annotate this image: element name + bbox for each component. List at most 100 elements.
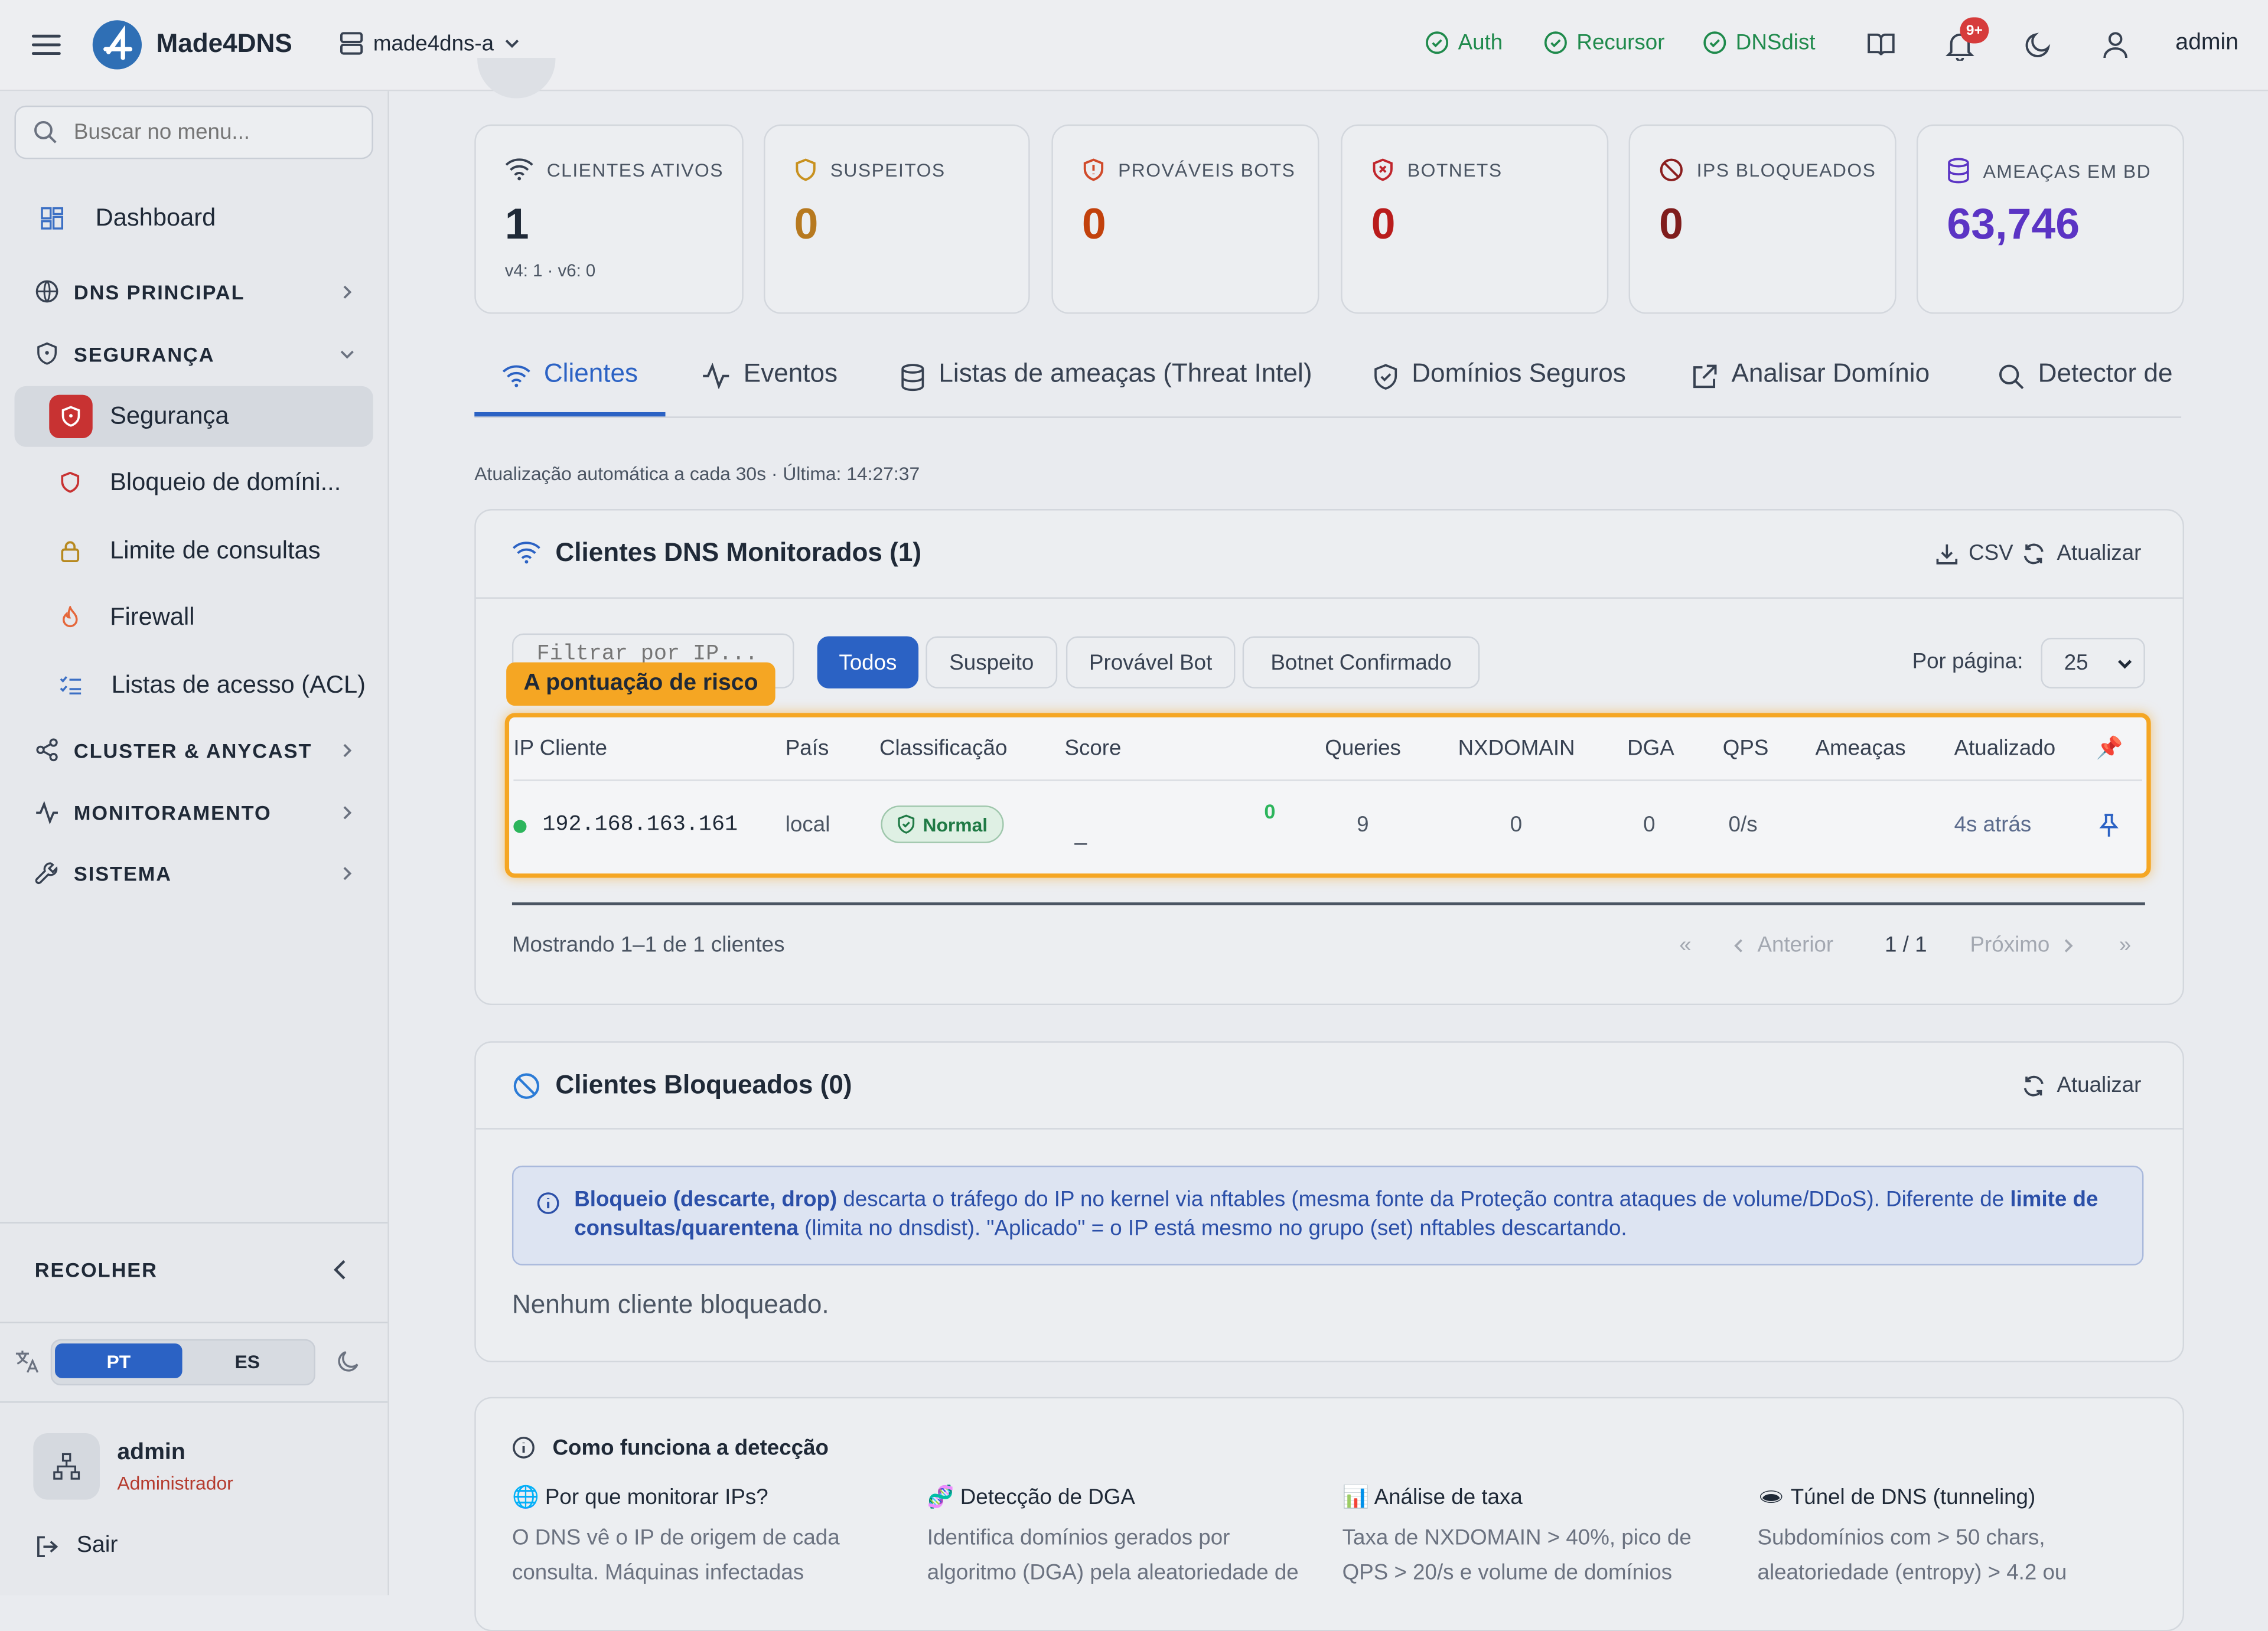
section-seguranca[interactable]: SEGURANÇA xyxy=(35,341,356,366)
status-auth-label: Auth xyxy=(1458,30,1503,56)
logout-button[interactable]: Sair xyxy=(35,1533,118,1559)
status-dnsdist[interactable]: DNSdist xyxy=(1702,30,1816,55)
tab-clientes[interactable]: Clientes xyxy=(502,358,638,416)
cell-qps: 0/s xyxy=(1728,813,1758,837)
pin-icon[interactable]: 📌 xyxy=(2096,735,2123,761)
collapse-sidebar-button[interactable]: RECOLHER xyxy=(35,1258,350,1281)
sidebar-item-label: Limite de consultas xyxy=(110,536,321,565)
col-threats[interactable]: Ameaças xyxy=(1815,736,1905,761)
stat-value: 1 xyxy=(504,201,529,249)
sidebar-item-label: Firewall xyxy=(110,603,195,631)
active-tab-indicator xyxy=(474,412,666,417)
refresh-label: Atualizar xyxy=(2057,1073,2142,1098)
col-qps[interactable]: QPS xyxy=(1723,736,1769,761)
section-sistema[interactable]: SISTEMA xyxy=(35,860,356,885)
menu-search[interactable] xyxy=(14,105,373,159)
tab-label: Analisar Domínio xyxy=(1731,358,1930,388)
section-monitoramento[interactable]: MONITORAMENTO xyxy=(35,800,356,824)
prev-page-button[interactable]: Anterior xyxy=(1731,933,1833,957)
moon-icon[interactable] xyxy=(335,1349,360,1374)
shield-check-icon xyxy=(897,814,915,834)
showing-count: Mostrando 1–1 de 1 clientes xyxy=(511,932,785,958)
refresh-clients-button[interactable]: Atualizar xyxy=(2022,541,2141,566)
col-country[interactable]: País xyxy=(786,736,829,761)
col-classification[interactable]: Classificação xyxy=(879,736,1007,761)
shield-icon xyxy=(35,341,60,366)
stat-label: IPS BLOQUEADOS xyxy=(1696,159,1876,181)
stat-label: PROVÁVEIS BOTS xyxy=(1118,159,1296,181)
stat-value: 0 xyxy=(1081,201,1106,249)
cell-dga: 0 xyxy=(1643,813,1656,837)
csv-label: CSV xyxy=(1969,540,2013,566)
col-score[interactable]: Score xyxy=(1064,736,1121,761)
sidebar-item-rate-limit[interactable]: Limite de consultas xyxy=(14,522,373,580)
col-dga[interactable]: DGA xyxy=(1627,736,1674,761)
tab-safe-domains[interactable]: Domínios Seguros xyxy=(1373,358,1626,416)
detection-item: 📊 Análise de taxa Taxa de NXDOMAIN > 40%… xyxy=(1342,1484,1730,1591)
detection-item-title: 📊 Análise de taxa xyxy=(1342,1485,1523,1510)
tab-analyze-domain[interactable]: Analisar Domínio xyxy=(1691,358,1930,416)
book-icon[interactable] xyxy=(1866,30,1896,59)
sidebar-item-domain-block[interactable]: Bloqueio de domíni... xyxy=(14,454,373,512)
header-fragment xyxy=(477,57,556,99)
stat-card-botnets: BOTNETS 0 xyxy=(1341,124,1609,314)
language-switcher: PT ES xyxy=(50,1339,315,1386)
server-name: made4dns-a xyxy=(373,31,494,56)
server-selector[interactable]: made4dns-a xyxy=(338,30,523,56)
sidebar-item-seguranca[interactable]: Segurança xyxy=(14,386,373,447)
moon-icon[interactable] xyxy=(2023,30,2052,59)
refresh-blocked-button[interactable]: Atualizar xyxy=(2022,1073,2142,1098)
tab-detector[interactable]: Detector de xyxy=(1997,358,2173,416)
csv-export-button[interactable]: CSV xyxy=(1935,541,2013,566)
stat-value: 0 xyxy=(1659,201,1683,249)
col-queries[interactable]: Queries xyxy=(1325,736,1401,761)
chevron-down-icon xyxy=(338,345,356,362)
pin-icon[interactable] xyxy=(2098,813,2119,839)
sidebar-item-dashboard[interactable]: Dashboard xyxy=(14,190,373,247)
sidebar-item-firewall[interactable]: Firewall xyxy=(14,589,373,647)
filter-botnet-button[interactable]: Botnet Confirmado xyxy=(1242,636,1480,689)
tab-label: Domínios Seguros xyxy=(1412,358,1626,388)
divider xyxy=(0,1222,388,1224)
sidebar-item-acl[interactable]: Listas de acesso (ACL) xyxy=(14,657,373,715)
table-scrollbar[interactable] xyxy=(511,902,2145,906)
user-name[interactable]: admin xyxy=(2175,30,2238,56)
col-nxdomain[interactable]: NXDOMAIN xyxy=(1458,736,1575,761)
status-recursor[interactable]: Recursor xyxy=(1543,30,1664,55)
filter-all-button[interactable]: Todos xyxy=(817,636,919,689)
detection-title: Como funciona a detecção xyxy=(552,1436,829,1461)
lang-pt-button[interactable]: PT xyxy=(55,1343,183,1378)
download-icon xyxy=(1935,542,1959,565)
last-page-button[interactable]: » xyxy=(2119,933,2131,958)
status-auth[interactable]: Auth xyxy=(1425,30,1503,55)
globe-icon xyxy=(35,279,60,304)
section-cluster[interactable]: CLUSTER & ANYCAST xyxy=(35,738,356,762)
tab-label: Listas de ameaças (Threat Intel) xyxy=(939,358,1312,388)
col-updated[interactable]: Atualizado xyxy=(1954,736,2056,761)
next-page-button[interactable]: Próximo xyxy=(1970,933,2076,957)
stat-card-probable-bots: PROVÁVEIS BOTS 0 xyxy=(1051,124,1319,314)
refresh-icon xyxy=(2022,542,2045,565)
filter-suspect-button[interactable]: Suspeito xyxy=(926,636,1058,689)
chevron-right-icon xyxy=(338,864,356,881)
menu-icon[interactable] xyxy=(31,30,61,59)
tab-eventos[interactable]: Eventos xyxy=(702,358,838,416)
tabs-divider xyxy=(474,416,2182,418)
stat-value: 0 xyxy=(1371,201,1396,249)
list-check-icon xyxy=(59,676,82,696)
lang-es-button[interactable]: ES xyxy=(185,1343,309,1378)
col-ip[interactable]: IP Cliente xyxy=(513,736,607,761)
online-status-dot xyxy=(513,820,527,833)
section-dns-principal[interactable]: DNS PRINCIPAL xyxy=(35,279,356,304)
first-page-button[interactable]: « xyxy=(1679,933,1691,958)
detection-item-text: Subdomínios com > 50 chars, aleatoriedad… xyxy=(1757,1525,2067,1586)
filter-probable-bot-button[interactable]: Provável Bot xyxy=(1065,636,1236,689)
auto-refresh-status: Atualização automática a cada 30s · Últi… xyxy=(474,462,920,485)
user-icon[interactable] xyxy=(2101,30,2129,59)
tab-threat-intel[interactable]: Listas de ameaças (Threat Intel) xyxy=(900,358,1312,416)
per-page-select[interactable]: 25 xyxy=(2041,638,2145,689)
chevron-right-icon xyxy=(338,741,356,758)
stat-label: AMEAÇAS EM BD xyxy=(1983,159,2152,182)
table-row[interactable] xyxy=(509,781,2146,870)
menu-search-input[interactable] xyxy=(71,118,366,146)
